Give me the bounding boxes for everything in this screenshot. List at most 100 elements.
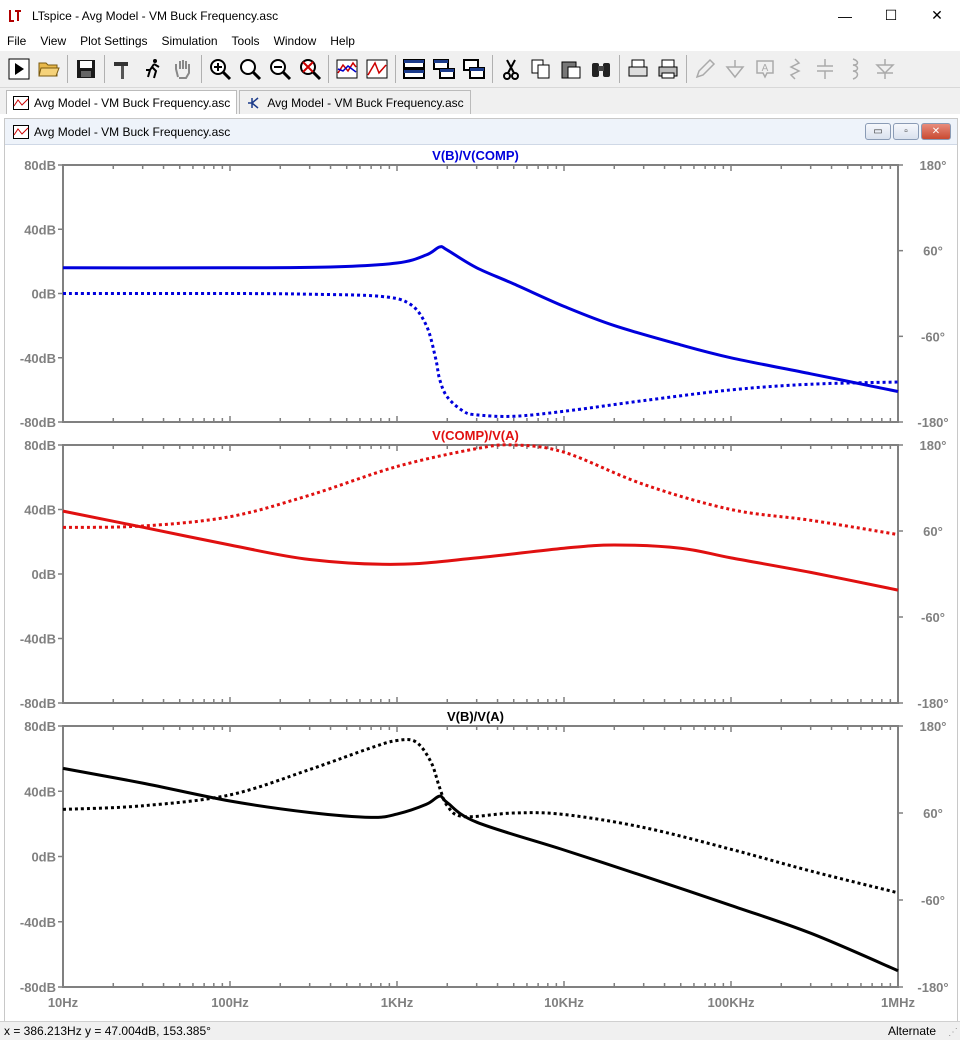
- toolbar: A: [0, 51, 960, 88]
- inductor-icon: [852, 58, 859, 80]
- label-button[interactable]: A: [750, 54, 780, 84]
- ground-button[interactable]: [720, 54, 750, 84]
- plot-frame: [62, 725, 899, 988]
- menu-simulation[interactable]: Simulation: [155, 34, 225, 48]
- label-icon: A: [756, 60, 774, 79]
- db-tick-label: 40dB: [24, 784, 56, 799]
- child-close-button[interactable]: ✕: [921, 123, 951, 140]
- maximize-button[interactable]: ☐: [868, 0, 914, 31]
- document-tab-bar: Avg Model - VM Buck Frequency.asc Avg Mo…: [0, 88, 960, 114]
- zoom-out-icon: [270, 59, 292, 81]
- db-tick-label: 0dB: [31, 850, 56, 865]
- menu-help[interactable]: Help: [323, 34, 362, 48]
- db-tick-label: 80dB: [24, 438, 56, 453]
- copy-button[interactable]: [526, 54, 556, 84]
- pane-2: 80dB 40dB 0dB -40dB -80dB 180° 60° -60° -180° V(C…: [20, 428, 949, 711]
- menu-view[interactable]: View: [33, 34, 73, 48]
- pane-title: V(B)/V(COMP): [432, 148, 519, 163]
- waveform-window-title: Avg Model - VM Buck Frequency.asc: [34, 124, 231, 139]
- pan-button[interactable]: [168, 54, 198, 84]
- pane-1: 80dB 40dB 0dB -40dB -80dB 180° 60° -60° -180° V(B…: [20, 148, 949, 430]
- db-tick-label: 80dB: [24, 158, 56, 173]
- draw-wire-button[interactable]: [690, 54, 720, 84]
- capacitor-button[interactable]: [810, 54, 840, 84]
- zoom-in-icon: [210, 59, 232, 81]
- magnitude-trace: [62, 766, 899, 973]
- plot-area[interactable]: 80dB 40dB 0dB -40dB -80dB 180° 60° -60° -180° V(B…: [5, 145, 955, 1020]
- db-tick-label: -40dB: [20, 632, 56, 647]
- magnitude-trace: [62, 509, 899, 592]
- floppy-disk-icon: [77, 60, 95, 78]
- waveform-window-icon: [13, 124, 29, 139]
- diode-button[interactable]: [870, 54, 900, 84]
- waveform-window-titlebar: Avg Model - VM Buck Frequency.asc ▭ ▫ ✕: [5, 119, 957, 145]
- db-tick-label: -80dB: [20, 980, 56, 995]
- menu-window[interactable]: Window: [267, 34, 324, 48]
- phase-tick-label: -180°: [917, 696, 948, 711]
- x-tick-label: 1KHz: [381, 995, 414, 1010]
- zoom-in-button[interactable]: [205, 54, 235, 84]
- phase-tick-label: -60°: [921, 329, 945, 344]
- printer-setup-icon: [628, 59, 648, 77]
- copy-icon: [531, 59, 550, 79]
- open-button[interactable]: [34, 54, 64, 84]
- cascade-button[interactable]: [459, 54, 489, 84]
- phase-tick-label: 180°: [920, 719, 947, 734]
- save-button[interactable]: [71, 54, 101, 84]
- title-bar: LTspice - Avg Model - VM Buck Frequency.…: [0, 0, 960, 31]
- minimize-button[interactable]: —: [822, 0, 868, 31]
- paste-button[interactable]: [556, 54, 586, 84]
- tile-horizontal-button[interactable]: [399, 54, 429, 84]
- zoom-cancel-icon: [300, 59, 322, 81]
- run-button[interactable]: [4, 54, 34, 84]
- tab-waveform[interactable]: Avg Model - VM Buck Frequency.asc: [6, 90, 238, 114]
- printer-icon: [658, 59, 678, 79]
- tab-schematic-label: Avg Model - VM Buck Frequency.asc: [267, 95, 464, 110]
- print-button[interactable]: [653, 54, 683, 84]
- bode-plots[interactable]: 80dB 40dB 0dB -40dB -80dB 180° 60° -60° -180° V(B…: [5, 145, 955, 1020]
- run-icon: [8, 58, 30, 80]
- phase-tick-label: 180°: [920, 438, 947, 453]
- db-tick-label: -80dB: [20, 415, 56, 430]
- ground-icon: [725, 60, 745, 79]
- menu-file[interactable]: File: [0, 34, 33, 48]
- tab-schematic[interactable]: Avg Model - VM Buck Frequency.asc: [239, 90, 471, 114]
- zoom-cancel-button[interactable]: [295, 54, 325, 84]
- waveform-tab-icon: [13, 95, 29, 110]
- resize-grip-icon[interactable]: ⋰: [948, 1027, 958, 1038]
- menu-plot-settings[interactable]: Plot Settings: [73, 34, 154, 48]
- halt-button[interactable]: [138, 54, 168, 84]
- zoom-area-button[interactable]: [235, 54, 265, 84]
- tab-waveform-label: Avg Model - VM Buck Frequency.asc: [34, 95, 231, 110]
- menu-tools[interactable]: Tools: [225, 34, 267, 48]
- svg-text:A: A: [762, 63, 769, 74]
- print-setup-button[interactable]: [623, 54, 653, 84]
- zoom-out-button[interactable]: [265, 54, 295, 84]
- autorange-button[interactable]: [332, 54, 362, 84]
- inductor-button[interactable]: [840, 54, 870, 84]
- x-tick-label: 1MHz: [881, 995, 915, 1010]
- status-mode: Alternate: [887, 1024, 936, 1038]
- child-minimize-button[interactable]: ▭: [865, 123, 891, 140]
- phase-tick-label: 60°: [923, 524, 943, 539]
- child-restore-button[interactable]: ▫: [893, 123, 919, 140]
- close-button[interactable]: ✕: [914, 0, 960, 31]
- magnitude-trace: [62, 245, 899, 393]
- hand-icon: [175, 60, 190, 79]
- phase-trace: [62, 737, 899, 895]
- phase-tick-label: 180°: [920, 158, 947, 173]
- pane-3: 80dB 40dB 0dB -40dB -80dB 180° 60° -60° -180° V(B…: [20, 709, 949, 995]
- window-title: LTspice - Avg Model - VM Buck Frequency.…: [32, 8, 279, 23]
- control-panel-button[interactable]: [108, 54, 138, 84]
- tile-vertical-button[interactable]: [429, 54, 459, 84]
- folder-open-icon: [38, 62, 60, 77]
- find-button[interactable]: [586, 54, 616, 84]
- phase-tick-label: 60°: [923, 244, 943, 259]
- resistor-button[interactable]: [780, 54, 810, 84]
- resistor-icon: [789, 58, 801, 80]
- marker-button[interactable]: [362, 54, 392, 84]
- plot-frame: [62, 444, 899, 704]
- cut-button[interactable]: [496, 54, 526, 84]
- pencil-icon: [695, 58, 716, 79]
- db-tick-label: 40dB: [24, 222, 56, 237]
